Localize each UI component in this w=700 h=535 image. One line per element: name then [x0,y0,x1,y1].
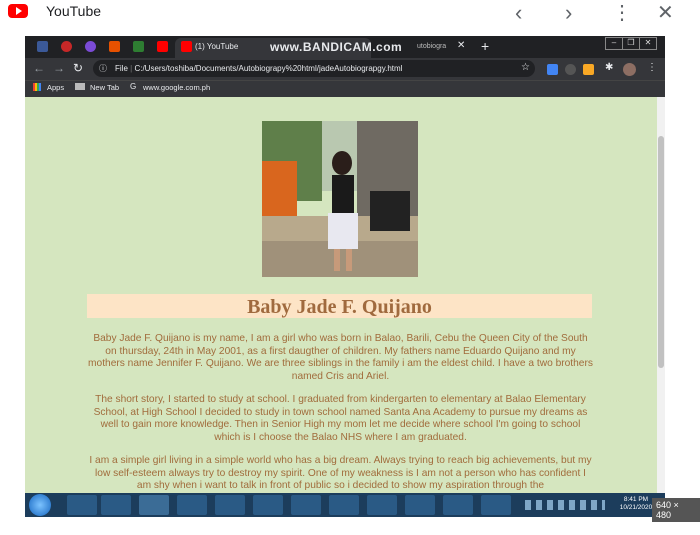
youtube-header [0,0,700,36]
bookmark-google[interactable]: www.google.com.ph [143,83,210,92]
chevron-right-icon[interactable]: › [565,0,572,26]
chrome-icon[interactable] [139,495,169,515]
photos-icon[interactable] [443,495,473,515]
bookmarks-bar [25,80,665,98]
url-scheme: File [115,64,128,73]
opera-icon[interactable] [215,495,245,515]
messenger-icon[interactable] [85,41,96,52]
bookmark-apps[interactable]: Apps [47,83,64,92]
record-icon[interactable] [61,41,72,52]
edge-icon[interactable] [291,495,321,515]
minimize-icon[interactable]: – [605,37,623,50]
extension-icon[interactable] [565,64,576,75]
clock-time: 8:41 PM [623,496,649,503]
url-path: C:/Users/toshiba/Documents/Autobiograpy%… [134,64,403,73]
reload-icon[interactable]: ↻ [73,61,83,75]
youtube-tab-icon[interactable] [157,41,168,52]
extension-icon[interactable] [547,64,558,75]
clock-date: 10/21/2020 [619,504,653,511]
page-title: Baby Jade F. Quijano [247,296,432,318]
resolution-badge: 640 × 480 [652,498,700,522]
ie-icon[interactable] [67,495,97,515]
paragraph-school: The short story, I started to study at s… [93,394,588,443]
tab-title-truncated: utobiogra [417,43,447,50]
chevron-left-icon[interactable]: ‹ [515,0,522,26]
puzzle-icon[interactable]: ✱ [605,62,613,73]
forward-icon[interactable]: → [53,61,65,75]
paragraph-intro: Baby Jade F. Quijano is my name, I am a … [88,333,593,382]
url-display[interactable]: File | C:/Users/toshiba/Documents/Autobi… [115,64,402,73]
more-vert-icon[interactable]: ⋮ [612,0,632,25]
video-frame[interactable]: (1) YouTube www.BANDICAM.com utobiogra ✕… [25,36,665,517]
youtube-tab-icon [181,41,192,52]
scrollbar-thumb[interactable] [658,136,664,368]
clock[interactable]: 8:41 PM 10/21/2020 [616,496,656,512]
bandicam-watermark: www.BANDICAM.com [270,40,403,54]
page-content: Baby Jade F. Quijano Baby Jade F. Quijan… [25,97,657,493]
restore-icon[interactable]: ❐ [622,37,640,50]
tab-close-icon[interactable]: ✕ [457,40,465,51]
folder-icon[interactable] [101,495,131,515]
bookmark-new-tab[interactable]: New Tab [90,83,119,92]
vscode-icon[interactable] [367,495,397,515]
new-tab-button[interactable]: + [481,38,489,54]
system-tray[interactable] [525,500,605,510]
window-title: YouTube [46,3,102,19]
youtube-logo-icon[interactable] [8,4,28,18]
facebook-icon[interactable] [37,41,48,52]
image-icon[interactable] [133,41,144,52]
paragraph-personality: I am a simple girl living in a simple wo… [89,455,592,492]
profile-photo [262,121,418,277]
star-icon[interactable]: ☆ [521,62,530,73]
paint-icon[interactable] [405,495,435,515]
tab-label: (1) YouTube [195,42,239,51]
firefox-icon[interactable] [177,495,207,515]
back-icon[interactable]: ← [33,61,45,75]
start-button[interactable] [29,494,51,516]
avatar[interactable] [623,63,636,76]
google-icon: G [130,82,137,91]
close-icon[interactable]: ✕ [657,0,674,25]
page-icon [75,83,85,90]
file-icon[interactable] [253,495,283,515]
bandicam-icon[interactable] [481,495,511,515]
apps-icon[interactable] [33,83,41,91]
window-close-icon[interactable]: ✕ [639,37,657,50]
tab-icon[interactable] [109,41,120,52]
extension-icon[interactable] [583,64,594,75]
info-icon[interactable]: ⓘ [99,63,107,74]
menu-icon[interactable]: ⋮ [647,62,657,73]
media-icon[interactable] [329,495,359,515]
